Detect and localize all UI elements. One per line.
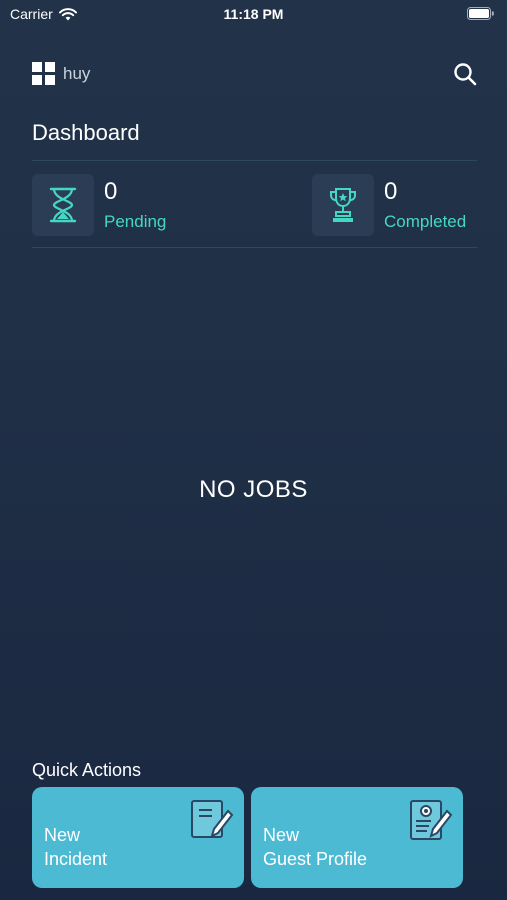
status-time: 11:18 PM xyxy=(223,6,284,22)
new-incident-button[interactable]: New Incident xyxy=(32,787,244,888)
new-incident-line1: New xyxy=(44,825,81,845)
completed-stat[interactable]: 0 Completed xyxy=(312,174,466,236)
new-guest-profile-line2: Guest Profile xyxy=(263,849,368,869)
pending-count: 0 xyxy=(104,178,118,205)
new-guest-profile-button[interactable]: New Guest Profile xyxy=(251,787,463,888)
menu-button[interactable]: huy xyxy=(32,62,90,85)
new-incident-line2: Incident xyxy=(44,849,108,869)
pending-label: Pending xyxy=(104,212,167,231)
empty-jobs-message: NO JOBS xyxy=(199,476,308,503)
profile-edit-icon xyxy=(410,800,453,840)
pending-icon-box xyxy=(32,174,94,236)
pending-stat[interactable]: 0 Pending xyxy=(32,174,166,236)
trophy-icon xyxy=(330,188,356,222)
completed-label: Completed xyxy=(384,212,467,231)
app-header: huy xyxy=(32,60,477,90)
new-incident-label: New Incident xyxy=(44,823,107,871)
quick-actions-title: Quick Actions xyxy=(32,760,142,780)
username-label: huy xyxy=(63,63,91,83)
status-bar: Carrier 11:18 PM xyxy=(0,0,507,28)
search-button[interactable] xyxy=(453,62,477,91)
page-title: Dashboard xyxy=(32,120,140,145)
grid-icon xyxy=(32,62,55,85)
search-icon xyxy=(454,63,477,86)
completed-count: 0 xyxy=(384,178,398,205)
new-guest-profile-line1: New xyxy=(263,825,300,845)
completed-icon-box xyxy=(312,174,374,236)
new-guest-profile-label: New Guest Profile xyxy=(263,823,367,871)
note-edit-icon xyxy=(191,800,234,838)
battery-icon xyxy=(467,7,495,23)
stats-panel: 0 Pending 0 Completed xyxy=(32,160,477,248)
hourglass-icon xyxy=(49,187,77,223)
